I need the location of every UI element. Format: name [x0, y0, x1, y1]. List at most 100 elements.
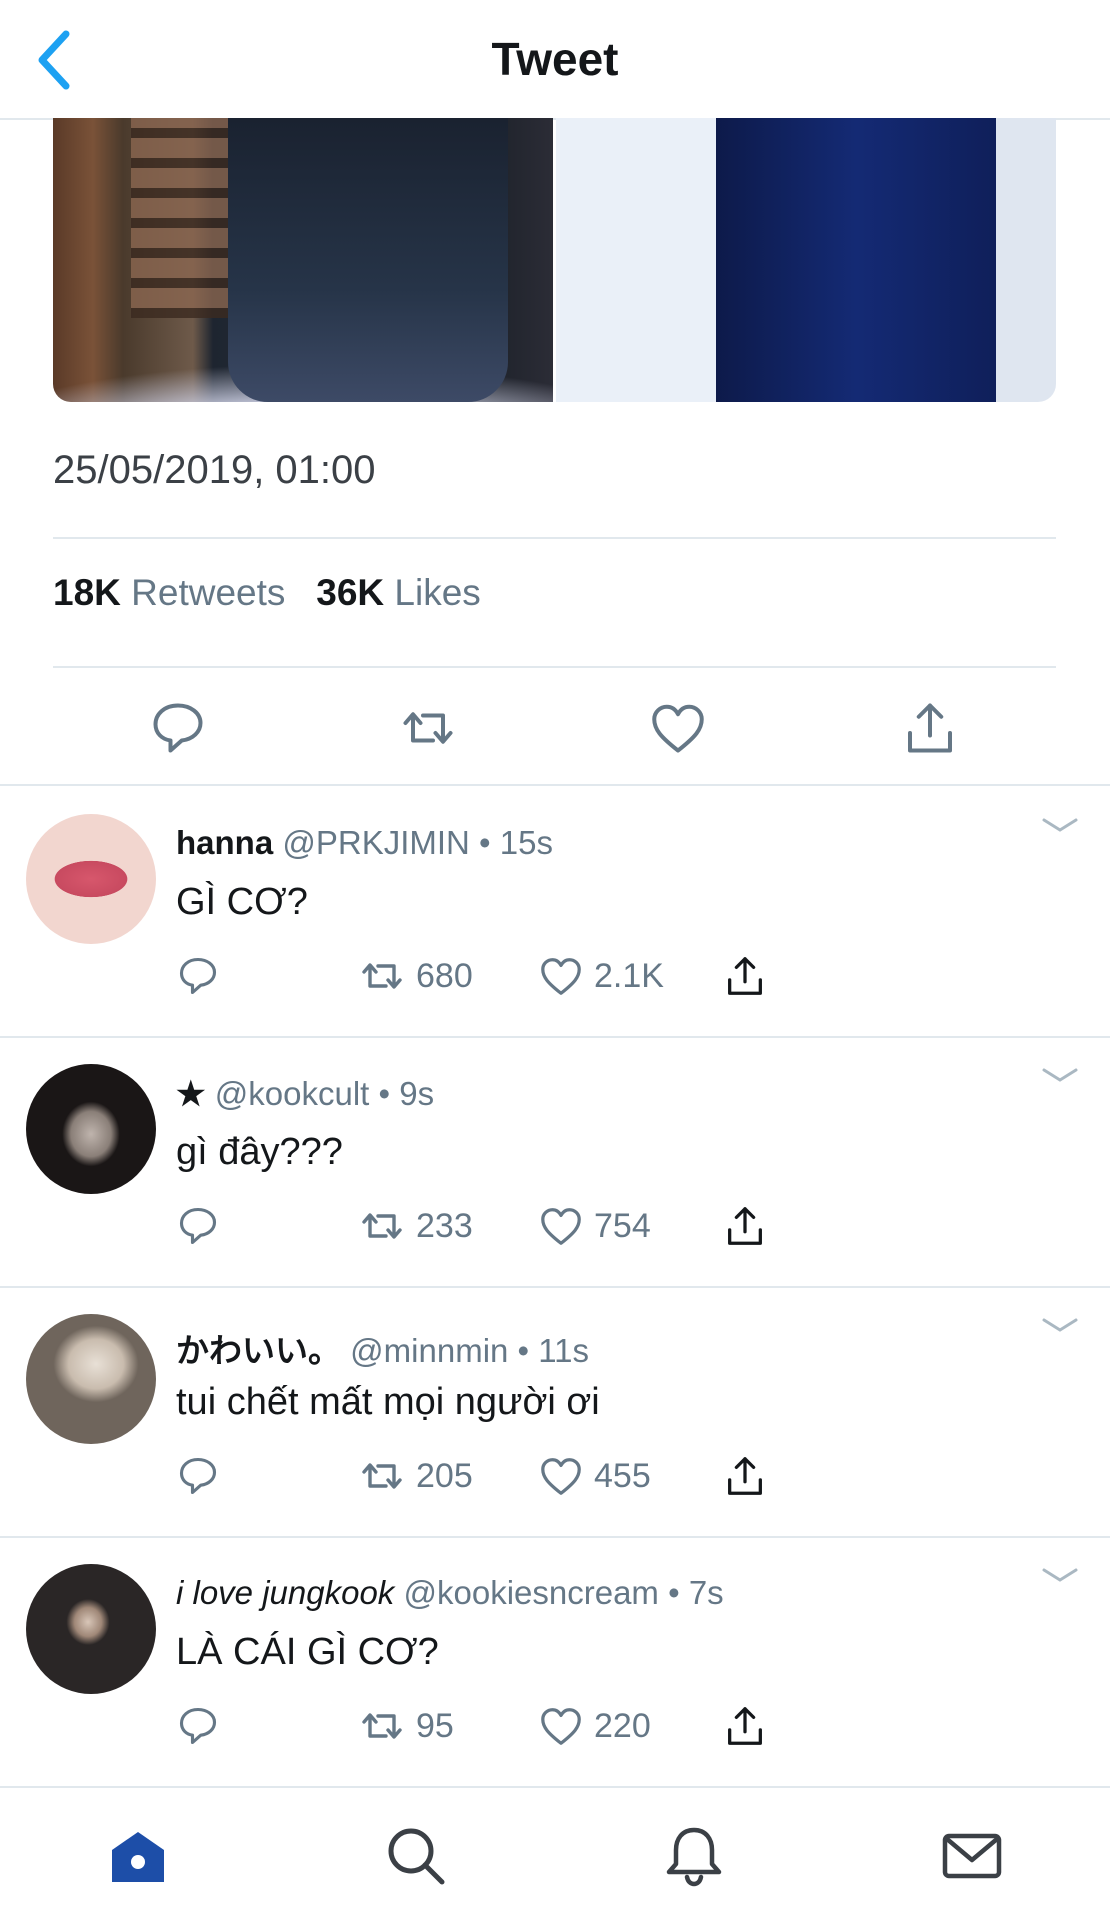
divider: [53, 537, 1056, 539]
retweet-count: 680: [416, 956, 473, 995]
tweet-timestamp: 25/05/2019, 01:00: [53, 448, 376, 492]
reply-button[interactable]: [176, 950, 220, 1002]
like-button[interactable]: [648, 698, 708, 758]
reply-author-name[interactable]: hanna: [176, 824, 273, 861]
like-button[interactable]: 220: [538, 1700, 651, 1752]
share-button[interactable]: [900, 698, 960, 758]
share-icon: [728, 957, 762, 995]
reply-author-name[interactable]: ★: [176, 1075, 206, 1112]
chevron-down-icon[interactable]: [1040, 1066, 1080, 1086]
tweet-image-left[interactable]: [53, 118, 553, 402]
reply-handle[interactable]: @kookcult: [215, 1075, 370, 1112]
retweet-button[interactable]: [398, 698, 458, 758]
reply-time: • 11s: [517, 1332, 590, 1369]
tweet-media[interactable]: [53, 118, 1056, 402]
likes-count[interactable]: 36K: [316, 572, 384, 613]
reply-header: かわいい。 @minnmin • 11s: [176, 1324, 589, 1372]
reply-handle[interactable]: @kookiesncream: [403, 1574, 658, 1611]
like-count: 2.1K: [594, 956, 664, 995]
share-icon: [728, 1457, 762, 1495]
retweets-label[interactable]: Retweets: [131, 572, 285, 613]
reply-handle[interactable]: @PRKJIMIN: [282, 824, 470, 861]
retweet-button[interactable]: 205: [358, 1450, 473, 1502]
retweet-icon: [403, 712, 453, 744]
retweet-count: 95: [416, 1706, 454, 1745]
heart-icon: [541, 1458, 581, 1495]
avatar[interactable]: [26, 1314, 156, 1444]
avatar[interactable]: [26, 814, 156, 944]
retweet-count: 205: [416, 1456, 473, 1495]
retweets-count[interactable]: 18K: [53, 572, 121, 613]
reply-button[interactable]: [176, 1200, 220, 1252]
reply-tweet[interactable]: hanna @PRKJIMIN • 15s GÌ CƠ? 680 2.1K: [0, 786, 1110, 1036]
reply-tweet[interactable]: かわいい。 @minnmin • 11s tui chết mất mọi ng…: [0, 1286, 1110, 1536]
tweet-image-right[interactable]: [556, 118, 1056, 402]
reply-button[interactable]: [148, 698, 208, 758]
like-count: 220: [594, 1706, 651, 1745]
bottom-tab-bar: [0, 1786, 1110, 1922]
like-button[interactable]: 754: [538, 1200, 651, 1252]
share-button[interactable]: [722, 950, 768, 1002]
reply-tweet[interactable]: ★ @kookcult • 9s gì đây??? 233 754: [0, 1036, 1110, 1286]
reply-icon: [179, 1457, 217, 1495]
chevron-down-icon[interactable]: [1040, 1566, 1080, 1586]
share-button[interactable]: [722, 1450, 768, 1502]
search-icon: [388, 1828, 445, 1885]
chevron-down-icon[interactable]: [1040, 1316, 1080, 1336]
reply-icon: [179, 1207, 217, 1245]
like-count: 455: [594, 1456, 651, 1495]
tab-notifications[interactable]: [662, 1824, 726, 1888]
reply-time: • 15s: [479, 824, 553, 861]
share-icon: [728, 1207, 762, 1245]
tab-search[interactable]: [384, 1824, 448, 1888]
tab-messages[interactable]: [940, 1824, 1004, 1888]
tab-home[interactable]: [106, 1824, 170, 1888]
share-button[interactable]: [722, 1200, 768, 1252]
reply-time: • 9s: [378, 1075, 435, 1112]
home-icon: [112, 1832, 164, 1882]
page-title: Tweet: [491, 33, 619, 85]
divider: [53, 666, 1056, 668]
reply-icon: [179, 957, 217, 995]
retweet-icon: [362, 1463, 402, 1489]
retweet-button[interactable]: 95: [358, 1700, 454, 1752]
heart-icon: [541, 958, 581, 995]
reply-icon: [179, 1707, 217, 1745]
like-button[interactable]: 2.1K: [538, 950, 664, 1002]
tweet-actions: [0, 672, 1110, 782]
share-icon: [908, 703, 952, 753]
heart-icon: [652, 704, 704, 753]
like-count: 754: [594, 1206, 651, 1245]
retweet-icon: [362, 1213, 402, 1239]
chevron-down-icon[interactable]: [1040, 816, 1080, 836]
reply-text: tui chết mất mọi người ơi: [176, 1381, 600, 1423]
avatar[interactable]: [26, 1564, 156, 1694]
share-icon: [728, 1707, 762, 1745]
bell-icon: [666, 1827, 722, 1887]
reply-button[interactable]: [176, 1450, 220, 1502]
retweet-count: 233: [416, 1206, 473, 1245]
likes-label[interactable]: Likes: [394, 572, 480, 613]
heart-icon: [541, 1708, 581, 1745]
heart-icon: [541, 1208, 581, 1245]
share-button[interactable]: [722, 1700, 768, 1752]
retweet-button[interactable]: 233: [358, 1200, 473, 1252]
reply-tweet[interactable]: i love jungkook @kookiesncream • 7s LÀ C…: [0, 1536, 1110, 1786]
reply-icon: [153, 703, 203, 753]
reply-text: GÌ CƠ?: [176, 881, 308, 923]
reply-header: i love jungkook @kookiesncream • 7s: [176, 1574, 724, 1612]
avatar[interactable]: [26, 1064, 156, 1194]
retweet-icon: [362, 1713, 402, 1739]
mail-icon: [942, 1833, 1002, 1879]
reply-text: LÀ CÁI GÌ CƠ?: [176, 1631, 439, 1673]
reply-author-name[interactable]: i love jungkook: [176, 1574, 394, 1611]
retweet-button[interactable]: 680: [358, 950, 473, 1002]
reply-button[interactable]: [176, 1700, 220, 1752]
tweet-stats: 18K Retweets 36K Likes: [53, 572, 481, 614]
reply-text: gì đây???: [176, 1131, 343, 1173]
retweet-icon: [362, 963, 402, 989]
like-button[interactable]: 455: [538, 1450, 651, 1502]
reply-author-name[interactable]: かわいい。: [176, 1332, 341, 1369]
top-bar: Tweet: [0, 0, 1110, 120]
reply-handle[interactable]: @minnmin: [350, 1332, 508, 1369]
